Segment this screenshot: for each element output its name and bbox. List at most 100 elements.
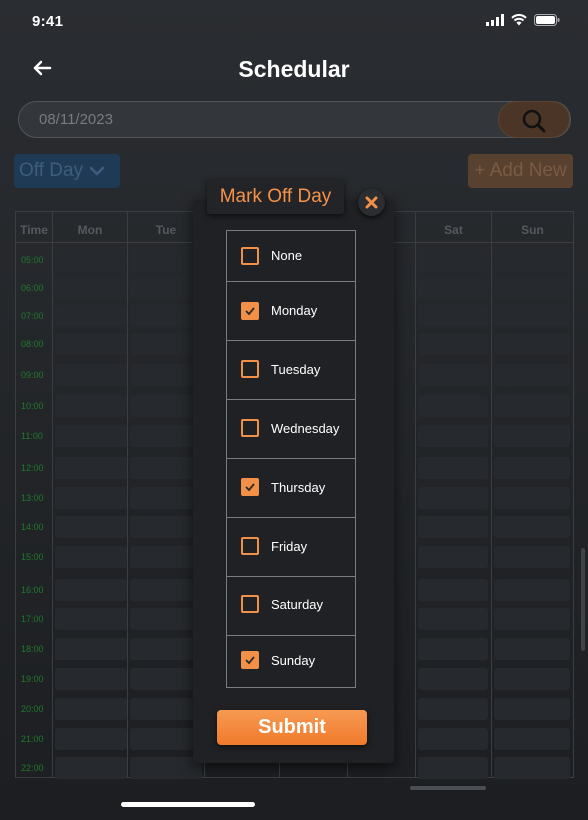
schedule-cell[interactable] bbox=[130, 425, 202, 447]
schedule-cell[interactable] bbox=[494, 728, 570, 750]
search-button[interactable] bbox=[498, 101, 570, 138]
option-tuesday[interactable]: Tuesday bbox=[227, 341, 355, 400]
schedule-cell[interactable] bbox=[494, 395, 570, 417]
checkbox[interactable] bbox=[241, 360, 259, 378]
schedule-cell[interactable] bbox=[418, 668, 488, 690]
schedule-cell[interactable] bbox=[418, 757, 488, 779]
schedule-cell[interactable] bbox=[130, 608, 202, 630]
schedule-cell[interactable] bbox=[130, 698, 202, 720]
option-saturday[interactable]: Saturday bbox=[227, 577, 355, 636]
checkbox[interactable] bbox=[241, 478, 259, 496]
checkbox[interactable] bbox=[241, 419, 259, 437]
schedule-cell[interactable] bbox=[130, 728, 202, 750]
option-wednesday[interactable]: Wednesday bbox=[227, 400, 355, 459]
horizontal-scrollbar[interactable] bbox=[410, 786, 486, 790]
schedule-cell[interactable] bbox=[130, 277, 202, 299]
schedule-cell[interactable] bbox=[130, 457, 202, 479]
schedule-cell[interactable] bbox=[418, 728, 488, 750]
schedule-cell[interactable] bbox=[55, 546, 127, 568]
schedule-cell[interactable] bbox=[494, 364, 570, 386]
schedule-cell[interactable] bbox=[55, 487, 127, 509]
schedule-cell[interactable] bbox=[130, 668, 202, 690]
schedule-cell[interactable] bbox=[494, 546, 570, 568]
schedule-cell[interactable] bbox=[130, 487, 202, 509]
schedule-cell[interactable] bbox=[418, 638, 488, 660]
schedule-cell[interactable] bbox=[55, 249, 127, 271]
schedule-cell[interactable] bbox=[130, 333, 202, 355]
schedule-cell[interactable] bbox=[55, 395, 127, 417]
schedule-cell[interactable] bbox=[55, 305, 127, 327]
option-friday[interactable]: Friday bbox=[227, 518, 355, 577]
checkbox[interactable] bbox=[241, 595, 259, 613]
schedule-cell[interactable] bbox=[494, 305, 570, 327]
schedule-cell[interactable] bbox=[418, 457, 488, 479]
schedule-cell[interactable] bbox=[55, 425, 127, 447]
schedule-cell[interactable] bbox=[55, 728, 127, 750]
schedule-cell[interactable] bbox=[55, 457, 127, 479]
schedule-cell[interactable] bbox=[130, 364, 202, 386]
checkbox[interactable] bbox=[241, 537, 259, 555]
schedule-cell[interactable] bbox=[418, 364, 488, 386]
schedule-cell[interactable] bbox=[55, 608, 127, 630]
schedule-cell[interactable] bbox=[130, 305, 202, 327]
schedule-cell[interactable] bbox=[494, 333, 570, 355]
date-search-bar[interactable]: 08/11/2023 bbox=[18, 101, 571, 138]
schedule-cell[interactable] bbox=[55, 516, 127, 538]
option-monday[interactable]: Monday bbox=[227, 282, 355, 341]
checkbox[interactable] bbox=[241, 651, 259, 669]
schedule-cell[interactable] bbox=[418, 516, 488, 538]
schedule-cell[interactable] bbox=[494, 277, 570, 299]
schedule-cell[interactable] bbox=[130, 757, 202, 779]
schedule-cell[interactable] bbox=[418, 608, 488, 630]
status-icons bbox=[486, 14, 560, 26]
schedule-cell[interactable] bbox=[130, 638, 202, 660]
schedule-cell[interactable] bbox=[55, 277, 127, 299]
schedule-cell[interactable] bbox=[55, 638, 127, 660]
time-label: 20:00 bbox=[21, 704, 44, 714]
schedule-cell[interactable] bbox=[418, 698, 488, 720]
schedule-cell[interactable] bbox=[55, 579, 127, 601]
schedule-cell[interactable] bbox=[418, 277, 488, 299]
schedule-cell[interactable] bbox=[130, 579, 202, 601]
schedule-cell[interactable] bbox=[418, 395, 488, 417]
close-button[interactable] bbox=[358, 189, 385, 216]
schedule-cell[interactable] bbox=[55, 698, 127, 720]
schedule-cell[interactable] bbox=[130, 395, 202, 417]
schedule-cell[interactable] bbox=[418, 487, 488, 509]
schedule-cell[interactable] bbox=[130, 249, 202, 271]
schedule-cell[interactable] bbox=[494, 487, 570, 509]
schedule-cell[interactable] bbox=[418, 305, 488, 327]
option-sunday[interactable]: Sunday bbox=[227, 636, 355, 687]
schedule-cell[interactable] bbox=[55, 364, 127, 386]
schedule-cell[interactable] bbox=[494, 608, 570, 630]
schedule-cell[interactable] bbox=[494, 698, 570, 720]
option-none[interactable]: None bbox=[227, 231, 355, 282]
schedule-cell[interactable] bbox=[418, 579, 488, 601]
option-thursday[interactable]: Thursday bbox=[227, 459, 355, 518]
date-input[interactable]: 08/11/2023 bbox=[39, 111, 113, 128]
add-new-button[interactable]: + Add New bbox=[468, 154, 573, 188]
schedule-cell[interactable] bbox=[418, 249, 488, 271]
submit-button[interactable]: Submit bbox=[217, 710, 367, 745]
schedule-cell[interactable] bbox=[418, 425, 488, 447]
schedule-cell[interactable] bbox=[494, 579, 570, 601]
schedule-cell[interactable] bbox=[494, 638, 570, 660]
off-day-dropdown[interactable]: Off Day bbox=[14, 154, 120, 188]
schedule-cell[interactable] bbox=[418, 546, 488, 568]
schedule-cell[interactable] bbox=[494, 457, 570, 479]
checkbox[interactable] bbox=[241, 247, 259, 265]
schedule-cell[interactable] bbox=[494, 425, 570, 447]
schedule-cell[interactable] bbox=[494, 668, 570, 690]
checkbox[interactable] bbox=[241, 302, 259, 320]
schedule-cell[interactable] bbox=[55, 757, 127, 779]
schedule-cell[interactable] bbox=[130, 546, 202, 568]
schedule-cell[interactable] bbox=[494, 516, 570, 538]
vertical-scrollbar[interactable] bbox=[581, 548, 585, 651]
header: Schedular bbox=[0, 44, 588, 94]
schedule-cell[interactable] bbox=[418, 333, 488, 355]
schedule-cell[interactable] bbox=[55, 668, 127, 690]
schedule-cell[interactable] bbox=[130, 516, 202, 538]
schedule-cell[interactable] bbox=[55, 333, 127, 355]
schedule-cell[interactable] bbox=[494, 757, 570, 779]
schedule-cell[interactable] bbox=[494, 249, 570, 271]
